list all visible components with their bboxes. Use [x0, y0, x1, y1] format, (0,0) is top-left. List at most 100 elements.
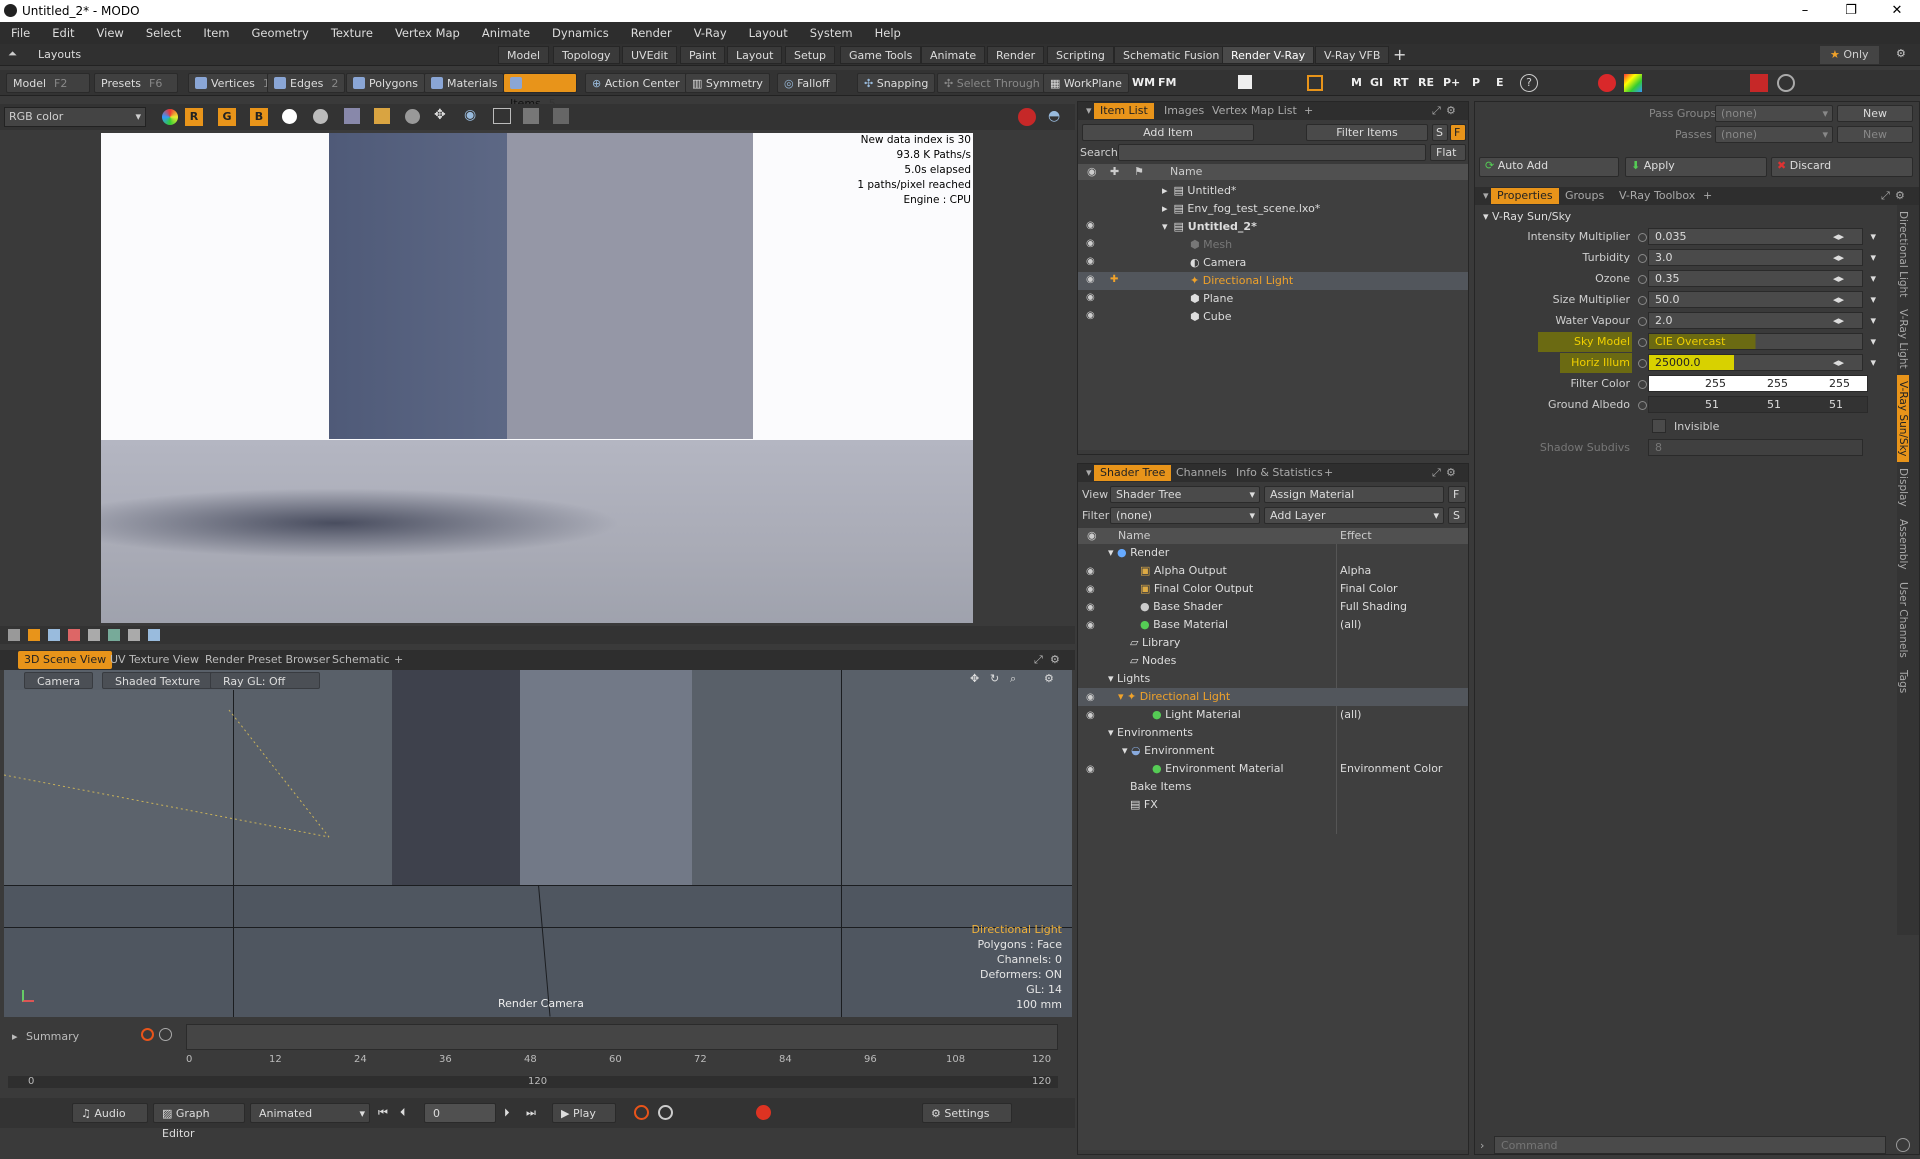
layout-tab-vray-vfb[interactable]: V-Ray VFB: [1315, 46, 1390, 64]
falloff-button[interactable]: ◎ Falloff: [777, 73, 837, 93]
folder-icon[interactable]: [374, 108, 390, 124]
materials-button[interactable]: Materials: [424, 73, 505, 93]
expand-icon[interactable]: ▸: [1162, 202, 1168, 215]
tree-item-untitled[interactable]: ▸ ▤ Untitled*: [1162, 182, 1462, 200]
side-tab-assembly[interactable]: Assembly: [1897, 513, 1909, 576]
history-icon[interactable]: [553, 108, 569, 124]
add-layer-button[interactable]: Add Layer ▾: [1264, 507, 1444, 524]
tab-3d-scene-view[interactable]: 3D Scene View: [18, 651, 113, 669]
action-center-button[interactable]: ⊕ Action Center: [585, 73, 687, 93]
globe-icon[interactable]: [48, 629, 60, 641]
name-column-header[interactable]: Name: [1118, 528, 1150, 544]
menu-geometry[interactable]: Geometry: [241, 26, 320, 40]
layout-tab-setup[interactable]: Setup: [785, 46, 836, 64]
ray-gl-button[interactable]: Ray GL: Off: [210, 672, 320, 689]
only-toggle[interactable]: ★ Only: [1820, 46, 1879, 64]
stop-render-icon[interactable]: [1018, 108, 1036, 126]
horiz-illum-field[interactable]: 25000.0 ◂▸ ▾: [1648, 354, 1876, 371]
layout-tab-game-tools[interactable]: Game Tools: [840, 46, 922, 64]
vray-sunsky-section[interactable]: ▾ V-Ray Sun/Sky: [1483, 210, 1571, 223]
layout-tab-paint[interactable]: Paint: [680, 46, 726, 64]
stepper-icon[interactable]: ◂▸: [1833, 250, 1844, 265]
timeline-track[interactable]: [186, 1024, 1058, 1050]
palette-icon[interactable]: [68, 629, 80, 641]
expand-icon[interactable]: ▸: [1162, 184, 1168, 197]
search-input[interactable]: [1118, 144, 1426, 161]
add-item-button[interactable]: Add Item: [1082, 124, 1254, 141]
vray-pplus-button[interactable]: P+: [1443, 76, 1460, 89]
tab-groups[interactable]: Groups: [1559, 188, 1610, 204]
eye-icon[interactable]: ◉: [1086, 764, 1095, 775]
eye-icon[interactable]: ◉: [1086, 220, 1095, 231]
view-select[interactable]: Shader Tree ▾: [1110, 486, 1260, 503]
eye-icon[interactable]: ◉: [1086, 256, 1095, 267]
region-render-icon[interactable]: [1307, 75, 1323, 91]
stepper-icon[interactable]: ◂▸: [1833, 271, 1844, 286]
eye-icon[interactable]: ◉: [1086, 274, 1095, 285]
filter-items-button[interactable]: Filter Items: [1306, 124, 1428, 141]
stepper-icon[interactable]: ◂▸: [1833, 355, 1844, 370]
color-wheel-icon[interactable]: [162, 109, 178, 125]
key-icon[interactable]: [634, 1105, 649, 1120]
layout-tab-render-vray[interactable]: Render V-Ray: [1222, 46, 1315, 64]
menu-select[interactable]: Select: [135, 26, 192, 40]
layouts-label[interactable]: Layouts: [38, 48, 81, 61]
record-icon[interactable]: [756, 1105, 771, 1120]
vray-gi-button[interactable]: GI: [1370, 76, 1383, 89]
tree-item-env-fog-scene[interactable]: ▸ ▤ Env_fog_test_scene.lxo*: [1162, 200, 1462, 218]
collapse-icon[interactable]: ▾: [1108, 672, 1117, 685]
play-button[interactable]: ▶ Play: [552, 1103, 616, 1123]
shadow-subdivs-field[interactable]: 8: [1648, 439, 1863, 456]
vray-e-button[interactable]: E: [1496, 76, 1504, 89]
sky-model-select[interactable]: CIE Overcast ▾: [1648, 333, 1876, 350]
timeline-ruler[interactable]: 0 12 24 36 48 60 72 84 96 108 120: [186, 1054, 1058, 1072]
vray-fm-button[interactable]: FM: [1158, 76, 1176, 89]
gear-icon[interactable]: ⚙: [1044, 672, 1054, 685]
s-toggle[interactable]: S: [1448, 507, 1466, 524]
stop-icon[interactable]: [1238, 75, 1252, 89]
tab-vertex-map-list[interactable]: Vertex Map List: [1206, 103, 1303, 119]
collapse-icon[interactable]: ▾: [1108, 726, 1117, 739]
eye-icon[interactable]: ◉: [1086, 566, 1095, 577]
expand-icon[interactable]: ▸: [12, 1030, 18, 1043]
ozone-field[interactable]: 0.35 ◂▸ ▾: [1648, 270, 1876, 287]
vray-wm-button[interactable]: WM: [1132, 76, 1155, 89]
layout-tab-animate[interactable]: Animate: [921, 46, 986, 64]
vray-p-button[interactable]: P: [1472, 76, 1480, 89]
ground-albedo-swatch[interactable]: 51 51 51: [1648, 396, 1868, 413]
white-dot-icon[interactable]: [282, 109, 297, 124]
animate-dot-icon[interactable]: [1638, 296, 1647, 305]
menu-help[interactable]: Help: [864, 26, 912, 40]
tree-item-mesh[interactable]: ⬢ Mesh: [1190, 236, 1462, 254]
shader-row-bake-items[interactable]: Bake Items: [1130, 778, 1330, 796]
shader-row-final-color-output[interactable]: ▣ Final Color Output: [1140, 580, 1340, 598]
layout-tab-layout[interactable]: Layout: [727, 46, 783, 64]
layout-tab-scripting[interactable]: Scripting: [1047, 46, 1114, 64]
flat-toggle[interactable]: Flat: [1430, 144, 1466, 161]
s-toggle[interactable]: S: [1432, 124, 1448, 141]
render-icon[interactable]: [28, 629, 40, 641]
menu-vray[interactable]: V-Ray: [683, 26, 738, 40]
save-icon[interactable]: [344, 108, 360, 124]
minimize-button[interactable]: –: [1782, 0, 1828, 22]
apply-button[interactable]: ⬇ Apply: [1625, 157, 1767, 177]
add-tab-icon[interactable]: +: [1697, 188, 1718, 204]
animate-dot-icon[interactable]: [1638, 359, 1647, 368]
menu-view[interactable]: View: [86, 26, 135, 40]
shader-row-fx[interactable]: ▤ FX: [1130, 796, 1330, 814]
vray-m-button[interactable]: M: [1351, 76, 1362, 89]
chevron-down-icon[interactable]: ▾: [1870, 292, 1876, 307]
side-tab-tags[interactable]: Tags: [1897, 664, 1909, 699]
collapse-icon[interactable]: ▾: [1118, 690, 1127, 703]
assign-material-button[interactable]: Assign Material: [1264, 486, 1444, 503]
side-tab-directional-light[interactable]: Directional Light: [1897, 205, 1909, 303]
auto-add-button[interactable]: ⟳ Auto Add: [1479, 157, 1619, 177]
menu-layout[interactable]: Layout: [738, 26, 799, 40]
red-channel-button[interactable]: R: [185, 108, 203, 126]
channel-select[interactable]: RGB color ▾: [4, 107, 146, 127]
menu-dynamics[interactable]: Dynamics: [541, 26, 620, 40]
tab-item-list[interactable]: Item List: [1094, 103, 1154, 119]
invisible-checkbox[interactable]: [1652, 419, 1666, 433]
shader-row-nodes[interactable]: ▱ Nodes: [1130, 652, 1330, 670]
shader-row-library[interactable]: ▱ Library: [1130, 634, 1330, 652]
